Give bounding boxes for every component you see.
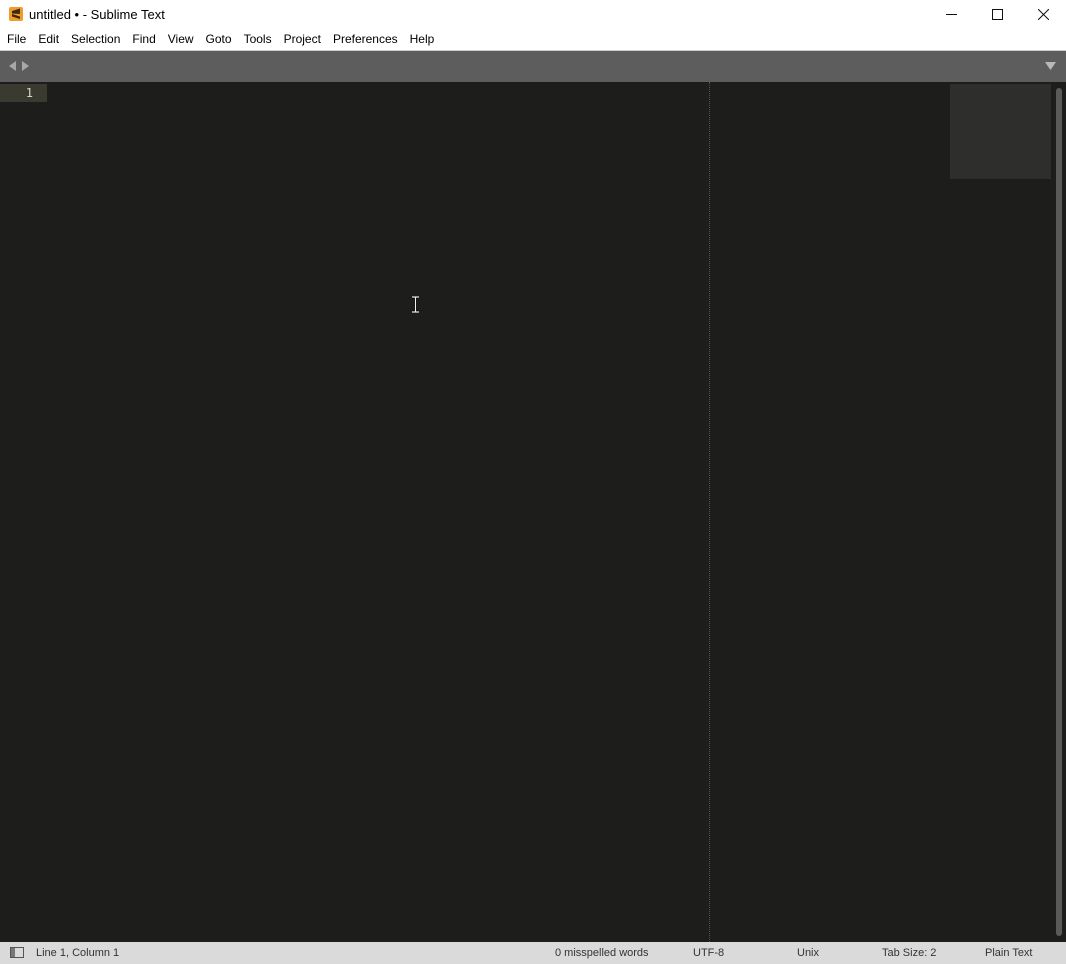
- sublime-text-icon: [9, 7, 23, 21]
- text-cursor-icon: [412, 296, 419, 313]
- menu-preferences[interactable]: Preferences: [327, 28, 404, 50]
- title-bar: untitled • - Sublime Text: [0, 0, 1066, 28]
- menu-goto[interactable]: Goto: [200, 28, 238, 50]
- encoding-indicator[interactable]: UTF-8: [693, 942, 724, 964]
- menu-bar: File Edit Selection Find View Goto Tools…: [0, 28, 1066, 50]
- close-icon: [1037, 8, 1049, 20]
- minimize-icon: [945, 13, 957, 15]
- menu-help[interactable]: Help: [404, 28, 441, 50]
- tab-forward-icon[interactable]: [21, 61, 29, 71]
- menu-project[interactable]: Project: [278, 28, 327, 50]
- side-panel-toggle-icon[interactable]: [10, 947, 24, 958]
- menu-edit[interactable]: Edit: [32, 28, 65, 50]
- tab-bar: [0, 50, 1066, 82]
- scrollbar-thumb[interactable]: [1056, 88, 1062, 936]
- spell-check-status: 0 misspelled words: [555, 947, 649, 959]
- maximize-icon: [991, 8, 1003, 20]
- line-endings-indicator[interactable]: Unix: [797, 942, 819, 964]
- indentation-indicator[interactable]: Tab Size: 2: [882, 942, 936, 964]
- syntax-indicator[interactable]: Plain Text: [985, 942, 1033, 964]
- close-button[interactable]: [1020, 0, 1066, 28]
- window-title: untitled • - Sublime Text: [29, 6, 165, 22]
- maximize-button[interactable]: [974, 0, 1020, 28]
- menu-file[interactable]: File: [0, 28, 32, 50]
- menu-find[interactable]: Find: [126, 28, 161, 50]
- minimap-viewport[interactable]: [950, 84, 1051, 179]
- menu-selection[interactable]: Selection: [65, 28, 126, 50]
- tab-list-dropdown-icon[interactable]: [1045, 62, 1056, 70]
- tab-back-icon[interactable]: [9, 61, 17, 71]
- wrap-ruler: [709, 82, 710, 942]
- cursor-position: Line 1, Column 1: [36, 947, 120, 959]
- menu-view[interactable]: View: [162, 28, 200, 50]
- menu-tools[interactable]: Tools: [238, 28, 278, 50]
- line-number: 1: [25, 86, 33, 100]
- editor-area[interactable]: 1: [0, 82, 1066, 942]
- minimize-button[interactable]: [928, 0, 974, 28]
- status-bar: Line 1, Column 1 0 misspelled words UTF-…: [0, 942, 1066, 964]
